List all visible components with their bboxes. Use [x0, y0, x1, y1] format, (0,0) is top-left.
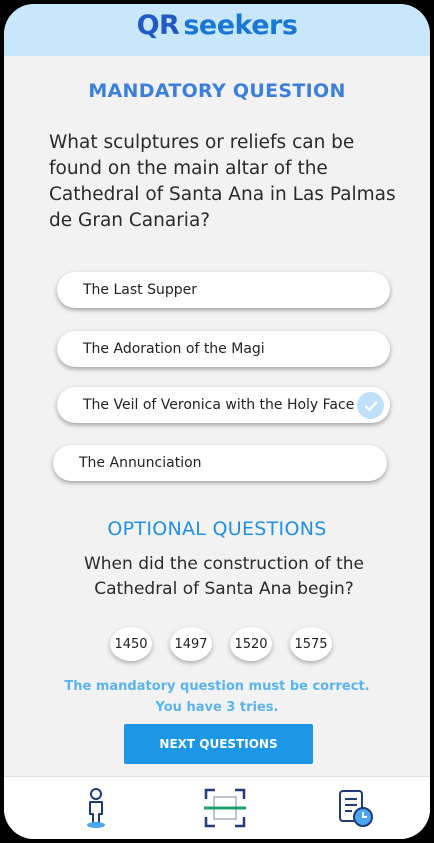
answer-option-4[interactable]: The Annunciation [53, 445, 387, 481]
phone-screen: QR seekers MANDATORY QUESTION What sculpt… [4, 4, 430, 839]
logo-qr: QR [136, 10, 180, 41]
year-option-4[interactable]: 1575 [290, 627, 332, 661]
qr-scan-icon[interactable] [201, 785, 249, 831]
answer-option-2[interactable]: The Adoration of the Magi [57, 331, 390, 367]
notice-line-2: You have 3 tries. [155, 700, 279, 715]
tries-notice: The mandatory question must be correct. … [4, 676, 430, 718]
notice-line-1: The mandatory question must be correct. [64, 679, 370, 694]
person-icon[interactable] [72, 785, 120, 831]
check-icon [357, 392, 384, 419]
answer-option-1[interactable]: The Last Supper [57, 272, 390, 308]
optional-questions-title: OPTIONAL QUESTIONS [107, 518, 327, 540]
app-header: QR seekers [4, 4, 430, 56]
year-option-1[interactable]: 1450 [110, 627, 152, 661]
logo-text: seekers [183, 10, 298, 41]
year-option-3[interactable]: 1520 [230, 627, 272, 661]
next-questions-button[interactable]: NEXT QUESTIONS [124, 724, 313, 764]
history-icon[interactable] [332, 785, 380, 831]
year-option-2[interactable]: 1497 [170, 627, 212, 661]
bottom-nav [4, 776, 430, 839]
mandatory-question-text: What sculptures or reliefs can be found … [49, 132, 396, 231]
answer-option-label: The Last Supper [83, 282, 198, 298]
answer-option-3-selected[interactable]: The Veil of Veronica with the Holy Face [57, 387, 390, 423]
answer-option-label: The Annunciation [79, 455, 202, 471]
answer-option-label: The Veil of Veronica with the Holy Face [83, 397, 355, 413]
optional-question-text: When did the construction of the Cathedr… [83, 554, 365, 599]
answer-option-label: The Adoration of the Magi [83, 341, 265, 357]
app-logo: QR seekers [4, 10, 430, 41]
mandatory-question-title: MANDATORY QUESTION [88, 80, 346, 102]
